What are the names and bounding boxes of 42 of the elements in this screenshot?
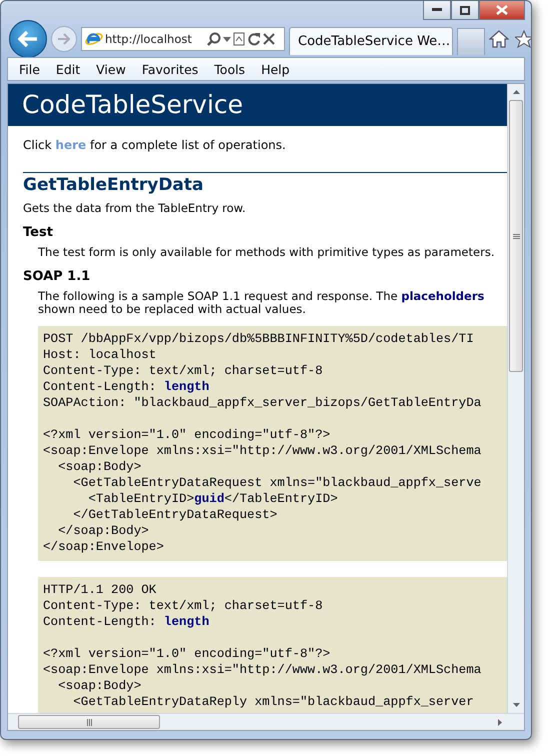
- menu-item[interactable]: Tools: [207, 62, 252, 76]
- browser-tab[interactable]: CodeTableService We…: [289, 27, 453, 55]
- menu-item[interactable]: View: [89, 62, 133, 76]
- maximize-button[interactable]: [451, 1, 479, 20]
- maximize-icon: [460, 6, 470, 14]
- scroll-thumb[interactable]: [509, 100, 523, 372]
- refresh-icon[interactable]: [247, 32, 261, 46]
- menu-item[interactable]: File: [12, 62, 47, 76]
- code-sample: HTTP/1.1 200 OK Content-Type: text/xml; charset=utf-8 Content-Length: length <?xml version="1.0" encoding="utf-8"?> <soap:Envelope xmlns:xsi="http://www.w3.org/2001/XMLSchema <soap:Body> <GetTableEntryDataReply xmlns="blackbaud_appfx_server: [38, 577, 507, 713]
- stop-icon[interactable]: [263, 33, 275, 45]
- minimize-button[interactable]: [423, 1, 451, 20]
- home-icon[interactable]: [489, 30, 509, 48]
- section-text: The test form is only available for methods with primitive types as parameters.: [38, 246, 496, 259]
- address-field[interactable]: http://localhost: [81, 27, 285, 51]
- section-heading: Test: [23, 225, 54, 240]
- arrow-left-icon: [18, 31, 38, 47]
- menu-item[interactable]: Help: [254, 62, 297, 76]
- section-text: The following is a sample SOAP 1.1 request and response. The placeholders shown need to be replaced with actual values.: [38, 290, 486, 316]
- vertical-scrollbar[interactable]: [507, 84, 524, 713]
- scroll-thumb[interactable]: [18, 715, 160, 729]
- scroll-down-icon[interactable]: [512, 703, 520, 707]
- scroll-up-icon[interactable]: [512, 90, 520, 94]
- code-sample: POST /bbAppFx/vpp/bizops/db%5BBBINFINITY%5D/codetables/TI Host: localhost Content-Type: text/xml; charset=utf-8 Content-Length: length SOAPAction: "blackbaud_appfx_server_bizops/GetTableEntryDa <?xml version="1.0" encoding="utf-8"?> <soap:Envelope xmlns:xsi="http://www.w3.org/2001/XMLSchema <soap:Body> <GetTableEntryDataRequest xmlns="blackbaud_appfx_serve <TableEntryID>guid</TableEntryID> </GetTableEntryDataRequest> </soap:Body> </soap:Envelope>: [38, 326, 507, 561]
- back-button[interactable]: [9, 20, 47, 58]
- page-banner: CodeTableService: [8, 84, 507, 126]
- caret-icon[interactable]: [223, 36, 231, 42]
- minimize-icon: [432, 8, 442, 12]
- scroll-right-icon[interactable]: [498, 718, 502, 726]
- intro-text: Click here for a complete list of operations.: [23, 138, 287, 152]
- arrow-right-icon: [57, 33, 71, 45]
- operation-heading: GetTableEntryData: [23, 172, 507, 195]
- close-button[interactable]: [479, 1, 525, 20]
- page-icon: [85, 30, 103, 48]
- section-heading: SOAP 1.1: [23, 269, 92, 284]
- horizontal-scrollbar[interactable]: [8, 713, 524, 730]
- star-icon[interactable]: [515, 30, 531, 48]
- menu-item[interactable]: Edit: [48, 62, 88, 76]
- close-icon: [496, 5, 508, 15]
- search-icon[interactable]: [207, 32, 221, 46]
- description-text: Gets the data from the TableEntry row.: [23, 201, 247, 215]
- compatibility-icon[interactable]: [233, 32, 245, 46]
- menu-item[interactable]: Favorites: [134, 62, 206, 76]
